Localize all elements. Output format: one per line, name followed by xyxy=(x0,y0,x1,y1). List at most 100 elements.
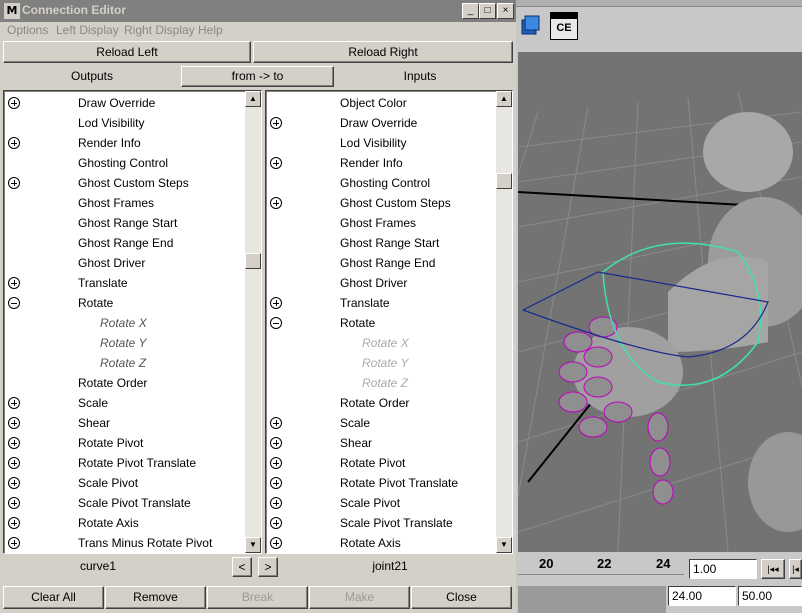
expand-plus-icon[interactable] xyxy=(270,457,282,469)
expand-plus-icon[interactable] xyxy=(8,177,20,189)
left-scroll-thumb[interactable] xyxy=(245,253,261,269)
attribute-row[interactable]: Shear xyxy=(4,413,240,433)
right-scroll-thumb[interactable] xyxy=(496,173,512,189)
expand-plus-icon[interactable] xyxy=(8,457,20,469)
expand-plus-icon[interactable] xyxy=(8,537,20,549)
attribute-row[interactable]: Rotate Axis xyxy=(4,513,240,533)
attribute-row[interactable]: Rotate X xyxy=(4,313,240,333)
attribute-row[interactable]: Rotate Pivot Translate xyxy=(4,453,240,473)
make-button[interactable]: Make xyxy=(309,586,410,609)
menu-help[interactable]: Help xyxy=(198,23,223,37)
attribute-row[interactable]: Ghost Custom Steps xyxy=(266,193,502,213)
expand-plus-icon[interactable] xyxy=(270,537,282,549)
attribute-row[interactable]: Ghost Driver xyxy=(4,253,240,273)
expand-plus-icon[interactable] xyxy=(270,297,282,309)
break-button[interactable]: Break xyxy=(207,586,308,609)
expand-plus-icon[interactable] xyxy=(8,137,20,149)
connection-editor-shelf-icon[interactable] xyxy=(519,12,545,40)
attribute-row[interactable]: Rotate xyxy=(266,313,502,333)
expand-plus-icon[interactable] xyxy=(270,517,282,529)
expand-plus-icon[interactable] xyxy=(8,477,20,489)
outputs-attribute-list[interactable]: Trans Minus Rotate Pivot Rotate Axis Scale… xyxy=(3,90,262,554)
title-bar[interactable]: M Connection Editor _ □ × xyxy=(0,0,516,22)
range-slider[interactable] xyxy=(518,586,666,613)
scroll-down-arrow-icon[interactable]: ▼ xyxy=(245,537,261,553)
attribute-row[interactable]: Rotate Z xyxy=(4,353,240,373)
left-list-scrollbar[interactable]: ▲ ▼ xyxy=(245,91,261,553)
attribute-row[interactable]: Rotate Axis xyxy=(266,533,502,553)
attribute-row[interactable]: Rotate Order xyxy=(4,373,240,393)
attribute-row[interactable]: Ghost Range End xyxy=(266,253,502,273)
menu-right-display[interactable]: Right Display xyxy=(124,23,195,37)
attribute-row[interactable]: Rotate Pivot Translate xyxy=(266,473,502,493)
scroll-down-arrow-icon[interactable]: ▼ xyxy=(496,537,512,553)
expand-plus-icon[interactable] xyxy=(8,97,20,109)
attribute-row[interactable]: Scale Pivot xyxy=(4,473,240,493)
from-to-direction-button[interactable]: from -> to xyxy=(181,66,334,87)
range-end-field[interactable]: 24.00 xyxy=(668,586,736,606)
remove-button[interactable]: Remove xyxy=(105,586,206,609)
minimize-button[interactable]: _ xyxy=(462,3,479,19)
collapse-minus-icon[interactable] xyxy=(270,317,282,329)
right-list-scrollbar[interactable]: ▲ ▼ xyxy=(496,91,512,553)
maximize-button[interactable]: □ xyxy=(479,3,496,19)
attribute-row[interactable]: Scale Pivot xyxy=(266,493,502,513)
expand-plus-icon[interactable] xyxy=(8,437,20,449)
attribute-row[interactable]: Rotate Z xyxy=(266,373,502,393)
expand-plus-icon[interactable] xyxy=(8,517,20,529)
next-node-button[interactable]: > xyxy=(258,557,278,577)
attribute-row[interactable]: Scale Pivot Translate xyxy=(266,513,502,533)
attribute-row[interactable]: Ghost Range End xyxy=(4,233,240,253)
reload-right-button[interactable]: Reload Right xyxy=(253,41,513,63)
attribute-row[interactable]: Scale Pivot Translate xyxy=(4,493,240,513)
range-max-field[interactable]: 50.00 xyxy=(738,586,802,606)
attribute-row[interactable]: Rotate Order xyxy=(266,393,502,413)
expand-plus-icon[interactable] xyxy=(8,417,20,429)
attribute-row[interactable]: Rotate X xyxy=(266,333,502,353)
attribute-row[interactable]: Draw Override xyxy=(4,93,240,113)
attribute-row[interactable]: Translate xyxy=(266,293,502,313)
menu-left-display[interactable]: Left Display xyxy=(56,23,119,37)
scroll-up-arrow-icon[interactable]: ▲ xyxy=(496,91,512,107)
attribute-row[interactable]: Ghosting Control xyxy=(4,153,240,173)
expand-plus-icon[interactable] xyxy=(270,157,282,169)
attribute-row[interactable]: Shear xyxy=(266,433,502,453)
close-button[interactable]: Close xyxy=(411,586,512,609)
expand-plus-icon[interactable] xyxy=(270,437,282,449)
attribute-row[interactable]: Rotate Pivot xyxy=(4,433,240,453)
attribute-row[interactable]: Ghost Frames xyxy=(266,213,502,233)
attribute-row[interactable]: Ghost Range Start xyxy=(266,233,502,253)
attribute-row[interactable]: Translate xyxy=(4,273,240,293)
menu-options[interactable]: Options xyxy=(7,23,48,37)
attribute-row[interactable]: Ghost Driver xyxy=(266,273,502,293)
attribute-row[interactable]: Trans Minus Rotate Pivot xyxy=(4,533,240,553)
ce-shelf-button[interactable]: CE xyxy=(550,12,578,40)
attribute-row[interactable]: Lod Visibility xyxy=(266,133,502,153)
attribute-row[interactable]: Lod Visibility xyxy=(4,113,240,133)
close-window-button[interactable]: × xyxy=(497,3,514,19)
expand-plus-icon[interactable] xyxy=(270,417,282,429)
current-time-field[interactable]: 1.00 xyxy=(689,559,757,579)
attribute-row[interactable]: Ghost Custom Steps xyxy=(4,173,240,193)
attribute-row[interactable]: Scale xyxy=(4,393,240,413)
expand-plus-icon[interactable] xyxy=(8,497,20,509)
reload-left-button[interactable]: Reload Left xyxy=(3,41,251,63)
step-back-frame-icon[interactable]: |◂ xyxy=(789,559,802,579)
expand-plus-icon[interactable] xyxy=(8,397,20,409)
attribute-row[interactable]: Rotate Y xyxy=(266,353,502,373)
attribute-row[interactable]: Rotate Pivot xyxy=(266,453,502,473)
attribute-row[interactable]: Rotate xyxy=(4,293,240,313)
clear-all-button[interactable]: Clear All xyxy=(3,586,104,609)
previous-node-button[interactable]: < xyxy=(232,557,252,577)
step-back-key-icon[interactable]: |◂◂ xyxy=(761,559,785,579)
attribute-row[interactable]: Render Info xyxy=(4,133,240,153)
expand-plus-icon[interactable] xyxy=(270,117,282,129)
attribute-row[interactable]: Render Info xyxy=(266,153,502,173)
attribute-row[interactable]: Object Color xyxy=(266,93,502,113)
attribute-row[interactable]: Ghosting Control xyxy=(266,173,502,193)
expand-plus-icon[interactable] xyxy=(8,277,20,289)
attribute-row[interactable]: Draw Override xyxy=(266,113,502,133)
scroll-up-arrow-icon[interactable]: ▲ xyxy=(245,91,261,107)
collapse-minus-icon[interactable] xyxy=(8,297,20,309)
3d-viewport[interactable] xyxy=(518,52,802,552)
